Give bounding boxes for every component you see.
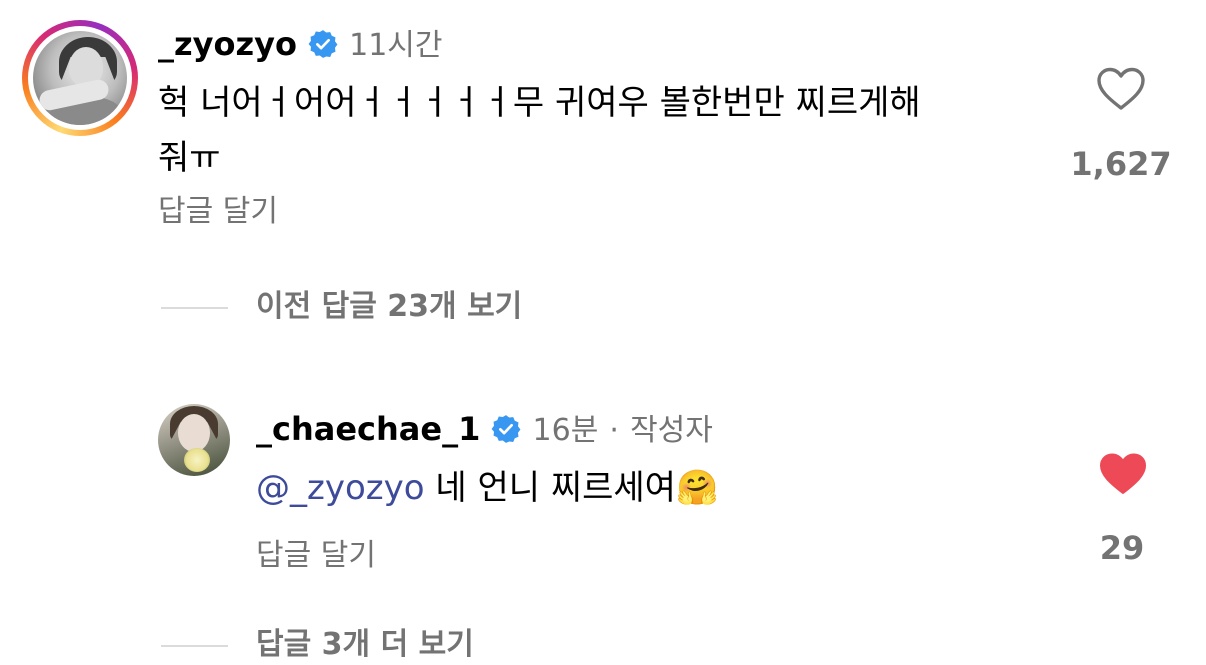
comment-text-line: 헉 너어ㅓ어어ㅓㅓㅓㅓㅓ무 귀여우 볼한번만 찌르게해 [158,83,921,123]
comment-username[interactable]: _chaechae_1 [256,410,480,448]
comment-text: @_zyozyo 네 언니 찌르세여🤗 [256,461,718,516]
comment-text-body: 네 언니 찌르세여 [435,468,676,508]
heart-filled-icon [1100,453,1146,494]
thread-divider [161,307,228,309]
avatar[interactable] [158,404,230,476]
reply-button[interactable]: 답글 달기 [158,192,278,232]
comment-text-line: 줘ㅠ [158,138,221,178]
comment-header: _zyozyo 11시간 [158,24,443,66]
like-button[interactable] [1096,66,1146,116]
comment-username[interactable]: _zyozyo [158,25,297,63]
comment-time: 11시간 [349,28,443,63]
meta-separator: · [609,413,619,448]
view-more-replies-button[interactable]: 답글 3개 더 보기 [256,625,474,665]
verified-badge-icon [308,29,338,63]
like-count: 29 [1099,529,1145,567]
view-previous-replies-button[interactable]: 이전 답글 23개 보기 [256,287,522,327]
like-button[interactable] [1098,451,1148,501]
verified-badge-icon [491,414,521,448]
hugging-face-emoji-icon: 🤗 [675,468,719,508]
comment-time: 16분 [532,413,599,448]
author-badge: 작성자 [630,413,713,448]
comment-header: _chaechae_1 16분 · 작성자 [256,409,713,451]
like-count: 1,627 [1070,145,1172,183]
reply-button[interactable]: 답글 달기 [256,536,376,576]
heart-outline-icon [1097,67,1145,110]
mention-link[interactable]: @_zyozyo [256,468,425,508]
comment-text: 헉 너어ㅓ어어ㅓㅓㅓㅓㅓ무 귀여우 볼한번만 찌르게해 줘ㅠ [158,76,921,186]
avatar [33,31,127,125]
thread-divider [161,645,228,647]
avatar-story-ring[interactable] [22,20,138,136]
